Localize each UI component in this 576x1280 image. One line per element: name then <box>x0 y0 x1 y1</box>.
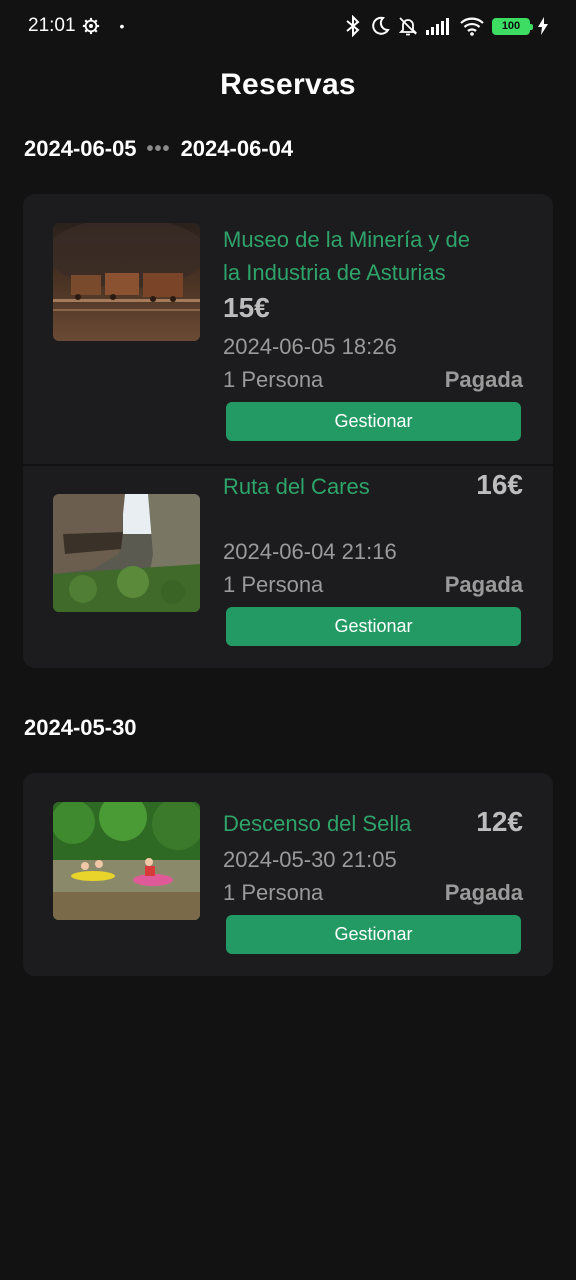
booking-price: 16€ <box>476 469 523 500</box>
booking-status: Pagada <box>444 572 523 597</box>
date-group-header: 2024-06-05 ••• 2024-06-04 <box>24 136 293 162</box>
moon-icon <box>372 16 390 35</box>
manage-button[interactable]: Gestionar <box>226 402 521 441</box>
status-left: 21:01 • <box>28 15 124 37</box>
booking-people: 1 Persona <box>223 880 324 905</box>
booking-status: Pagada <box>444 367 523 392</box>
date-range-start: 2024-05-30 <box>24 715 137 740</box>
booking-item[interactable]: Descenso del Sella 12€ 2024-05-30 21:05 … <box>23 773 553 976</box>
settings-gear-icon <box>82 17 99 35</box>
booking-title-line2: la Industria de Asturias <box>223 260 446 285</box>
date-group-header: 2024-05-30 <box>24 715 137 741</box>
booking-group-card: Museo de la Minería y de la Industria de… <box>23 194 553 668</box>
booking-status: Pagada <box>444 880 523 905</box>
battery-icon: 100 <box>492 17 533 35</box>
bell-off-icon <box>398 17 418 36</box>
signal-icon <box>426 18 449 35</box>
booking-item[interactable]: Ruta del Cares 16€ 2024-06-04 21:16 1 Pe… <box>23 466 553 668</box>
booking-price: 15€ <box>223 292 270 323</box>
booking-group-card: Descenso del Sella 12€ 2024-05-30 21:05 … <box>23 773 553 976</box>
status-bar: 21:01 • 100 <box>0 0 576 52</box>
booking-people: 1 Persona <box>223 572 324 597</box>
wifi-icon <box>460 17 484 36</box>
page-title: Reservas <box>220 68 356 101</box>
date-range-separator: ••• <box>146 137 171 160</box>
booking-datetime: 2024-06-04 21:16 <box>223 539 397 564</box>
booking-datetime: 2024-06-05 18:26 <box>223 334 397 359</box>
battery-level: 100 <box>501 20 521 32</box>
booking-title: Descenso del Sella <box>223 811 412 836</box>
booking-people: 1 Persona <box>223 367 324 392</box>
notification-dot-icon: • <box>119 18 125 34</box>
booking-item[interactable]: Museo de la Minería y de la Industria de… <box>23 194 553 464</box>
booking-datetime: 2024-05-30 21:05 <box>223 847 397 872</box>
date-range-start: 2024-06-05 <box>24 136 137 161</box>
booking-title: Ruta del Cares <box>223 474 370 499</box>
manage-button[interactable]: Gestionar <box>226 915 521 954</box>
booking-price: 12€ <box>476 806 523 837</box>
booking-thumbnail-mine <box>53 223 200 341</box>
manage-button[interactable]: Gestionar <box>226 607 521 646</box>
date-range-end: 2024-06-04 <box>180 136 294 161</box>
booking-title-line1: Museo de la Minería y de <box>223 227 471 252</box>
status-right: 100 <box>344 15 548 37</box>
booking-thumbnail-cares <box>53 494 200 612</box>
bluetooth-icon <box>346 15 360 37</box>
charging-bolt-icon <box>538 17 548 35</box>
booking-title: Museo de la Minería y de la Industria de… <box>223 223 470 289</box>
booking-thumbnail-sella <box>53 802 200 920</box>
status-time: 21:01 <box>28 15 76 36</box>
